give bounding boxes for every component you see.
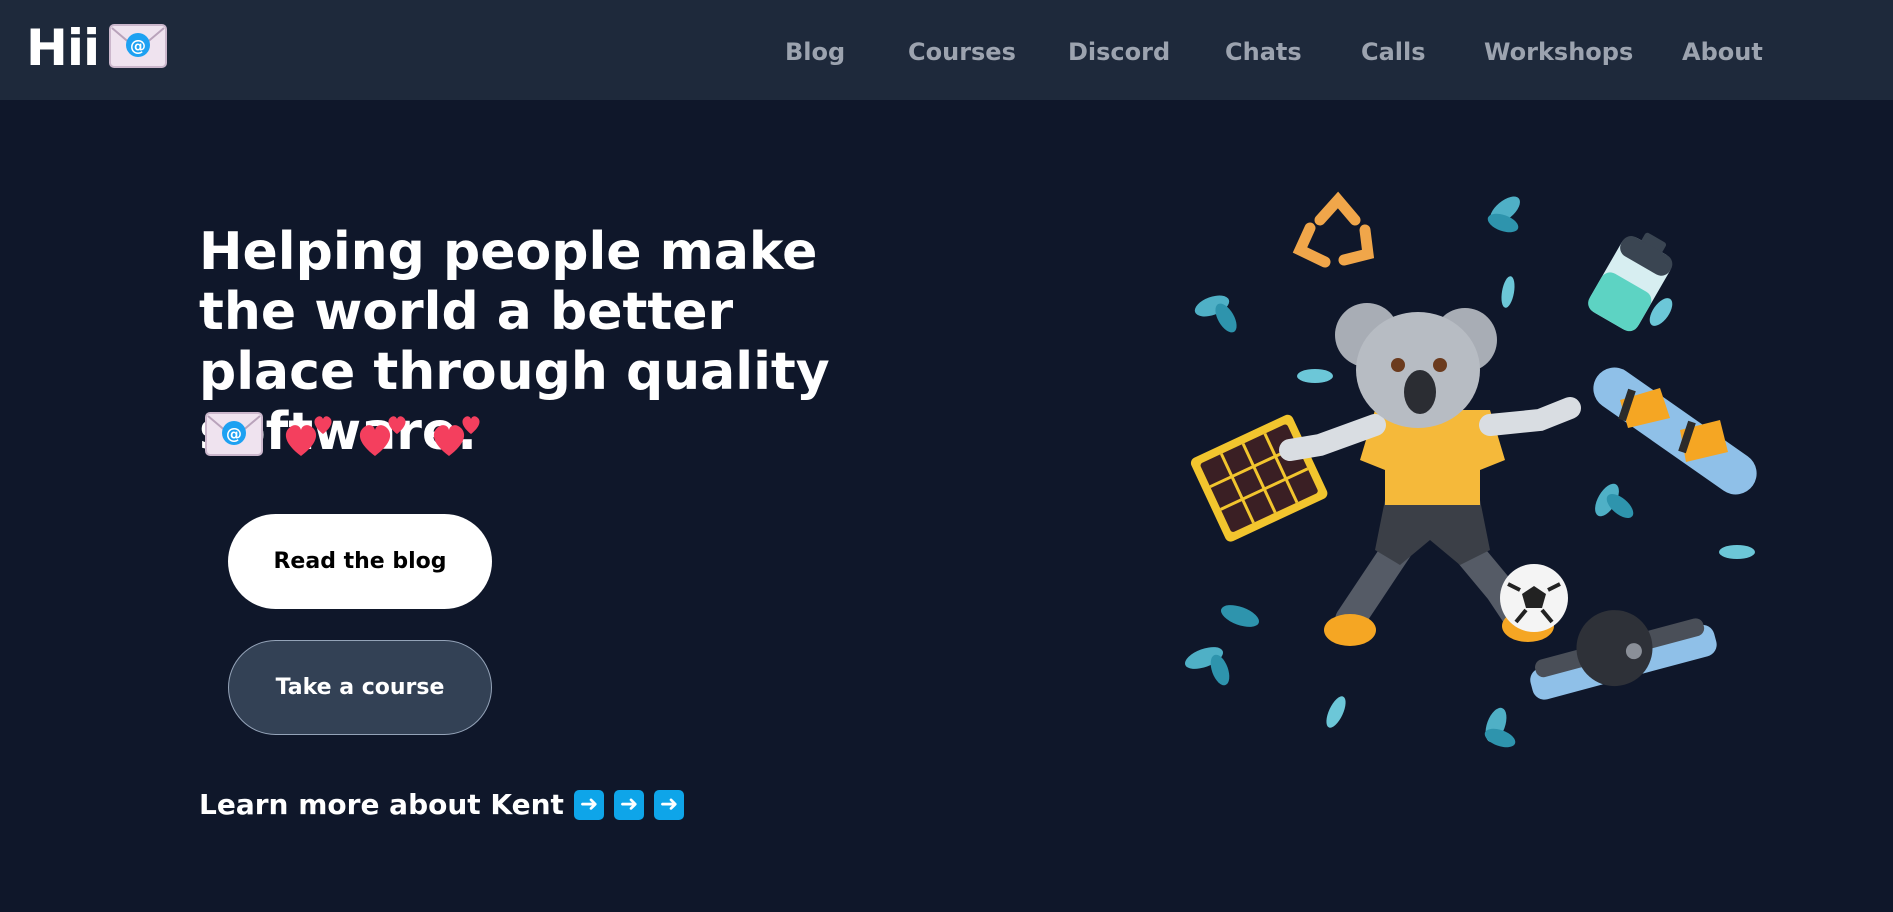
right-arrow-icon: ➜ bbox=[613, 789, 644, 820]
learn-more-link[interactable]: Learn more about Kent ➜ ➜ ➜ bbox=[199, 788, 684, 821]
top-navigation-bar: Hii @ Blog Courses Discord Chats Calls W… bbox=[0, 0, 1893, 100]
right-arrow-icon: ➜ bbox=[653, 789, 684, 820]
recycle-icon bbox=[1292, 191, 1375, 268]
two-hearts-icon bbox=[355, 406, 411, 466]
two-hearts-icon bbox=[281, 406, 337, 466]
nav-link-courses[interactable]: Courses bbox=[908, 38, 1016, 66]
envelope-with-at-icon: @ bbox=[205, 412, 263, 460]
solar-panel-icon bbox=[1190, 414, 1328, 542]
koala-soccer-illustration bbox=[1160, 170, 1780, 770]
right-arrow-icon: ➜ bbox=[573, 789, 604, 820]
koala-character bbox=[1279, 303, 1581, 646]
snowboard-icon bbox=[1593, 367, 1757, 495]
svg-text:@: @ bbox=[226, 424, 242, 443]
read-the-blog-button[interactable]: Read the blog bbox=[228, 514, 492, 609]
nav-link-chats[interactable]: Chats bbox=[1225, 38, 1302, 66]
nav-link-calls[interactable]: Calls bbox=[1361, 38, 1426, 66]
nav-link-blog[interactable]: Blog bbox=[785, 38, 845, 66]
learn-more-text: Learn more about Kent bbox=[199, 788, 564, 821]
nav-link-about[interactable]: About bbox=[1682, 38, 1763, 66]
nav-links: Blog Courses Discord Chats Calls Worksho… bbox=[0, 0, 1893, 100]
battery-icon bbox=[1588, 232, 1673, 332]
two-hearts-icon bbox=[429, 406, 485, 466]
take-a-course-button[interactable]: Take a course bbox=[228, 640, 492, 735]
hero-emoji-row: @ bbox=[205, 406, 485, 466]
nav-link-discord[interactable]: Discord bbox=[1068, 38, 1170, 66]
nav-link-workshops[interactable]: Workshops bbox=[1484, 38, 1633, 66]
